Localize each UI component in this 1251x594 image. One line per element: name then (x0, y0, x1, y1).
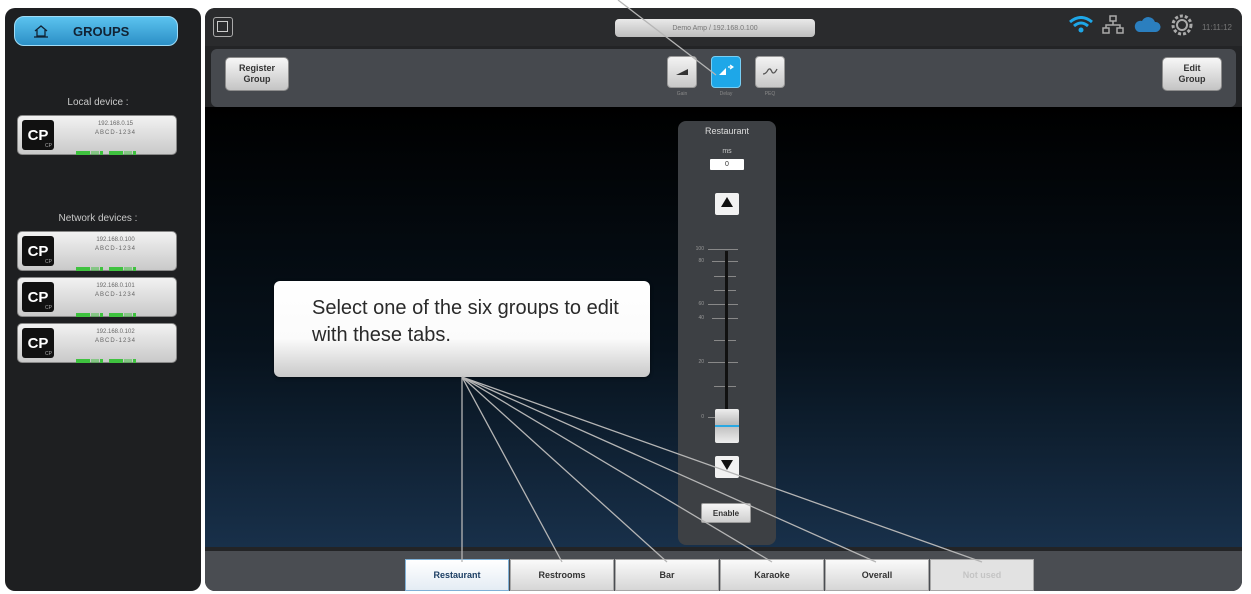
edit-group-button[interactable]: Edit Group (1162, 57, 1222, 91)
device-channels: ABCD-1234 (94, 292, 136, 298)
edit-group-label: Edit Group (1178, 63, 1206, 84)
status-area: 11:11:12 (1068, 13, 1232, 42)
peq-mode-label: PEQ (764, 91, 776, 97)
register-group-label: Register Group (238, 63, 275, 84)
wifi-icon (1068, 15, 1094, 39)
strip-value-field[interactable]: 0 (710, 159, 744, 170)
device-title: Demo Amp / 192.168.0.100 (615, 19, 815, 37)
network-icon (1102, 14, 1124, 40)
delay-mode-button[interactable] (711, 56, 741, 88)
up-arrow-icon (720, 195, 734, 213)
tab-bar[interactable]: Bar (615, 559, 719, 591)
network-device-card[interactable]: CP CP 192.168.0.101 ABCD-1234 (17, 277, 177, 317)
annotation-callout: Select one of the six groups to edit wit… (274, 281, 650, 377)
strip-name: Restaurant (704, 126, 750, 136)
group-tab-bar: Restaurant Restrooms Bar Karaoke Overall… (205, 551, 1242, 591)
gain-mode-label: Gain (676, 91, 688, 97)
peq-mode-button[interactable] (755, 56, 785, 88)
network-devices-label: Network devices : (58, 213, 138, 224)
scale-label: 20 (698, 359, 704, 365)
register-group-button[interactable]: Register Group (225, 57, 289, 91)
local-device-card[interactable]: CP CP 192.168.0.15 ABCD-1234 (17, 115, 177, 155)
fader-strip: Restaurant ms 0 100 80 60 40 20 0 Enable (678, 121, 776, 545)
callout-text: Select one of the six groups to edit wit… (312, 297, 619, 346)
network-device-card[interactable]: CP CP 192.168.0.102 ABCD-1234 (17, 323, 177, 363)
level-meter (76, 142, 156, 155)
device-channels: ABCD-1234 (94, 338, 136, 344)
cp-logo: CP CP (22, 120, 54, 150)
level-meter (76, 304, 156, 317)
gain-icon (675, 63, 689, 81)
cp-logo: CP CP (22, 328, 54, 358)
scale-tick (708, 362, 738, 363)
clock: 11:11:12 (1202, 22, 1232, 32)
decrease-button[interactable] (715, 456, 739, 478)
level-meter (76, 350, 156, 363)
tab-karaoke[interactable]: Karaoke (720, 559, 824, 591)
tab-restaurant[interactable]: Restaurant (405, 559, 509, 591)
increase-button[interactable] (715, 193, 739, 215)
scale-tick (708, 304, 738, 305)
cp-logo: CP CP (22, 282, 54, 312)
cp-logo: CP CP (22, 236, 54, 266)
device-ip: 192.168.0.101 (96, 283, 135, 289)
scale-tick (708, 249, 738, 250)
tab-restrooms[interactable]: Restrooms (510, 559, 614, 591)
device-channels: ABCD-1234 (94, 130, 136, 136)
titlebar: Demo Amp / 192.168.0.100 11:11:12 (205, 8, 1242, 46)
app-frame: GROUPS Local device : CP CP 192.168.0.15 … (0, 0, 1251, 594)
scale-label: 0 (701, 414, 704, 420)
fader-knob[interactable] (715, 409, 739, 443)
home-icon (31, 23, 51, 39)
expand-icon[interactable] (213, 17, 233, 37)
local-device-label: Local device : (67, 97, 129, 108)
groups-button[interactable]: GROUPS (14, 16, 178, 46)
level-meter (76, 258, 156, 271)
enable-button[interactable]: Enable (701, 503, 751, 523)
delay-mode-label: Delay (719, 91, 733, 97)
tab-not-used: Not used (930, 559, 1034, 591)
peq-icon (762, 63, 778, 81)
network-device-card[interactable]: CP CP 192.168.0.100 ABCD-1234 (17, 231, 177, 271)
cloud-icon (1132, 16, 1162, 39)
device-ip: 192.168.0.100 (96, 237, 135, 243)
strip-unit-label: ms (722, 148, 732, 155)
groups-button-label: GROUPS (73, 23, 130, 39)
scale-label: 40 (698, 315, 704, 321)
gain-mode-button[interactable] (667, 56, 697, 88)
device-ip: 192.168.0.15 (97, 121, 134, 127)
scale-label: 80 (698, 258, 704, 264)
device-channels: ABCD-1234 (94, 246, 136, 252)
tab-overall[interactable]: Overall (825, 559, 929, 591)
down-arrow-icon (720, 458, 734, 476)
delay-icon (718, 63, 735, 81)
scale-label: 100 (695, 246, 704, 252)
sidebar: GROUPS Local device : CP CP 192.168.0.15 … (5, 8, 201, 591)
settings-gear-icon[interactable] (1170, 13, 1194, 42)
scale-label: 60 (698, 301, 704, 307)
device-ip: 192.168.0.102 (96, 329, 135, 335)
toolbar: Register Group Gain Delay PEQ Edit Group (211, 49, 1236, 107)
